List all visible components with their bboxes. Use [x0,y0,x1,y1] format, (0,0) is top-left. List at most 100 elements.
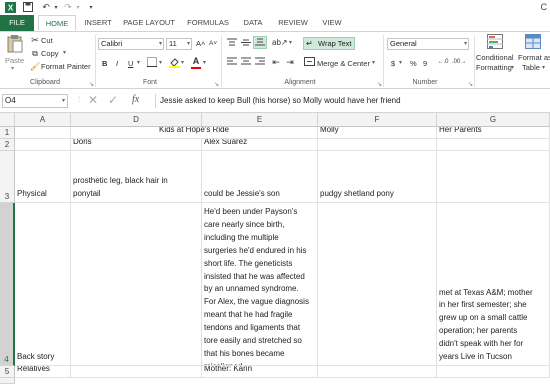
underline-button[interactable]: U [128,59,133,68]
cell-a4[interactable]: Back story [15,203,71,366]
copy-button[interactable]: Copy [41,49,59,58]
conditional-formatting-icon[interactable] [486,34,504,50]
cell-d2[interactable]: Doris [71,139,202,151]
merge-center-button[interactable]: Merge & Center [317,59,370,68]
cell-g5[interactable] [437,366,550,378]
format-painter-button[interactable]: Format Painter [41,62,91,71]
redo-icon[interactable]: ↷ [62,1,74,13]
top-align-icon[interactable] [226,38,238,50]
bottom-align-icon[interactable] [253,36,267,49]
redo-dropdown-icon[interactable]: ▾ [74,1,82,13]
borders-icon[interactable] [146,57,158,70]
cell-e4[interactable]: He'd been under Payson's care nearly sin… [202,203,318,366]
cell-a5[interactable]: Relatives [15,366,71,378]
orientation-dropdown-icon[interactable]: ▾ [289,39,292,46]
conditional-dropdown-icon[interactable]: ▾ [511,64,514,71]
row-header-1[interactable]: 1 [0,127,15,139]
decrease-decimal-icon[interactable]: .00→ [452,57,466,68]
increase-indent-icon[interactable]: ⇥ [284,57,296,68]
spreadsheet-grid[interactable]: A D E F G 1 2 3 4 5 Kids at Hope's Ride … [0,113,550,384]
conditional-formatting-label-2[interactable]: Formatting [476,63,512,72]
align-center-icon[interactable] [240,57,252,69]
format-as-table-label-2[interactable]: Table [522,63,540,72]
column-header-f[interactable]: F [318,113,437,127]
column-header-e[interactable]: E [202,113,318,127]
fill-color-icon[interactable] [168,57,180,71]
bold-button[interactable]: B [102,59,107,68]
column-header-a[interactable]: A [15,113,71,127]
row-header-5[interactable]: 5 [0,366,15,378]
cell-a3[interactable]: Physical [15,151,71,203]
font-color-icon[interactable]: A [190,56,202,69]
name-box[interactable]: O4 ▾ [2,94,68,108]
cell-a1[interactable] [15,127,71,139]
cell-e2[interactable]: Alex Suarez [202,139,318,151]
cell-e3[interactable]: could be Jessie's son [202,151,318,203]
cell-g1[interactable]: Her Parents [437,127,550,139]
format-as-table-icon[interactable] [524,34,542,50]
italic-button[interactable]: I [116,59,118,68]
tab-home[interactable]: HOME [38,15,76,31]
tab-page-layout[interactable]: PAGE LAYOUT [120,15,178,31]
tab-formulas[interactable]: FORMULAS [184,15,232,31]
undo-dropdown-icon[interactable]: ▾ [52,1,60,13]
decrease-indent-icon[interactable]: ⇤ [270,57,282,68]
select-all-corner[interactable] [0,113,15,127]
merge-dropdown-icon[interactable]: ▾ [372,59,375,66]
wrap-text-button[interactable]: ↵ Wrap Text [303,37,355,50]
tab-insert[interactable]: INSERT [80,15,116,31]
format-as-table-label[interactable]: Format as [518,53,550,62]
font-launcher-icon[interactable]: ↘ [214,81,219,88]
align-right-icon[interactable] [254,57,266,69]
cell-d1-merged[interactable]: Kids at Hope's Ride [71,127,318,139]
copy-icon[interactable]: ⧉ [30,48,40,59]
cell-g3[interactable] [437,151,550,203]
cell-g2[interactable] [437,139,550,151]
cell-g4[interactable]: met at Texas A&M; mother in her first se… [437,203,550,366]
align-left-icon[interactable] [226,57,238,69]
percent-button[interactable]: % [410,59,417,68]
increase-decimal-icon[interactable]: ←.0 [436,57,450,68]
font-name-select[interactable]: Calibri ▾ [98,38,164,50]
cell-d4[interactable] [71,203,202,366]
cell-e5[interactable]: Mother: Karin [202,366,318,378]
chevron-down-icon[interactable]: ▾ [62,95,65,107]
fill-color-dropdown-icon[interactable]: ▾ [181,59,184,66]
underline-dropdown-icon[interactable]: ▾ [137,59,140,66]
copy-dropdown-icon[interactable]: ▾ [63,49,66,56]
middle-align-icon[interactable] [240,38,252,50]
undo-icon[interactable]: ↶ [40,1,52,13]
cell-f1[interactable]: Molly [318,127,437,139]
alignment-launcher-icon[interactable]: ↘ [377,81,382,88]
comma-style-button[interactable]: 9 [423,59,427,68]
paste-icon[interactable] [6,34,24,54]
orientation-icon[interactable]: ab↗ [272,37,288,48]
cell-a2[interactable] [15,139,71,151]
cancel-icon[interactable]: ✕ [88,93,98,107]
font-size-select[interactable]: 11 ▾ [166,38,192,50]
cell-f5[interactable] [318,366,437,378]
cell-f3[interactable]: pudgy shetland pony [318,151,437,203]
formula-input[interactable]: Jessie asked to keep Bull (his horse) so… [155,94,548,108]
column-header-d[interactable]: D [71,113,202,127]
conditional-formatting-label[interactable]: Conditional [476,53,514,62]
cut-button[interactable]: Cut [41,36,53,45]
format-painter-icon[interactable]: 🖌 [30,61,40,72]
merge-center-icon[interactable] [303,57,315,69]
cell-d5[interactable] [71,366,202,378]
clipboard-launcher-icon[interactable]: ↘ [89,81,94,88]
tab-file[interactable]: FILE [0,15,34,31]
row-header-3[interactable]: 3 [0,151,15,203]
enter-icon[interactable]: ✓ [108,93,118,107]
font-color-dropdown-icon[interactable]: ▾ [203,59,206,66]
cell-d3[interactable]: prosthetic leg, black hair in ponytail [71,151,202,203]
tab-review[interactable]: REVIEW [274,15,312,31]
currency-dropdown-icon[interactable]: ▾ [399,59,402,66]
save-icon[interactable] [22,1,34,13]
shrink-font-button[interactable]: A˅ [209,40,217,47]
more-options-icon[interactable]: ⋮ [76,96,82,103]
borders-dropdown-icon[interactable]: ▾ [159,59,162,66]
number-launcher-icon[interactable]: ↘ [468,81,473,88]
grow-font-button[interactable]: A˄ [196,39,205,48]
insert-function-button[interactable]: fx [132,94,139,105]
